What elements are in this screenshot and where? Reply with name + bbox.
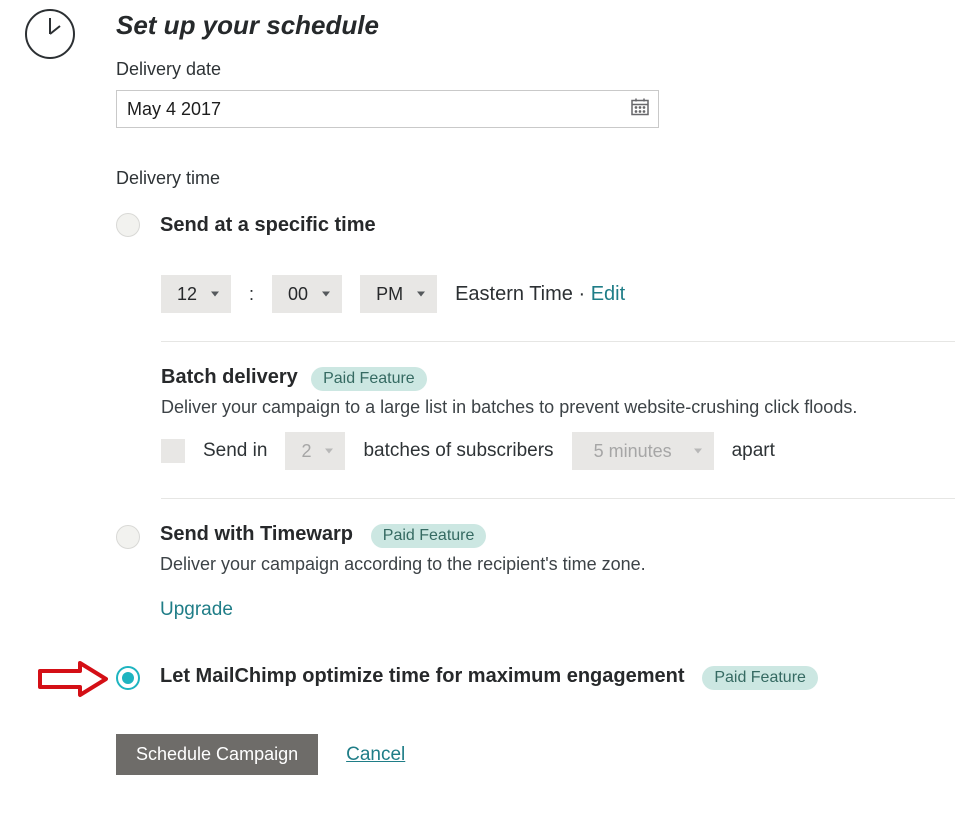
- batch-count-value: 2: [301, 441, 311, 462]
- delivery-date-label: Delivery date: [116, 59, 955, 80]
- divider: [161, 341, 955, 342]
- chevron-down-icon: [694, 449, 702, 454]
- page-title: Set up your schedule: [116, 10, 955, 41]
- batch-checkbox[interactable]: [161, 439, 185, 463]
- radio-timewarp[interactable]: [116, 525, 140, 549]
- chevron-down-icon: [417, 292, 425, 297]
- batches-label: batches of subscribers: [363, 440, 553, 462]
- annotation-arrow-icon: [34, 659, 108, 695]
- batch-desc: Deliver your campaign to a large list in…: [161, 397, 955, 418]
- delivery-date-value: May 4 2017: [127, 99, 221, 120]
- hour-value: 12: [177, 284, 197, 305]
- paid-feature-badge: Paid Feature: [371, 524, 487, 548]
- schedule-campaign-button[interactable]: Schedule Campaign: [116, 734, 318, 775]
- chevron-down-icon: [322, 292, 330, 297]
- hour-select[interactable]: 12: [161, 275, 231, 313]
- calendar-icon[interactable]: [630, 97, 650, 122]
- delivery-time-label: Delivery time: [116, 168, 955, 189]
- edit-timezone-link[interactable]: Edit: [591, 283, 625, 305]
- upgrade-link[interactable]: Upgrade: [160, 599, 233, 620]
- minute-select[interactable]: 00: [272, 275, 342, 313]
- paid-feature-badge: Paid Feature: [311, 367, 427, 391]
- time-colon: :: [249, 284, 254, 305]
- ampm-value: PM: [376, 284, 403, 305]
- radio-specific-time[interactable]: [116, 213, 140, 237]
- clock-icon: [24, 8, 76, 60]
- ampm-select[interactable]: PM: [360, 275, 437, 313]
- apart-label: apart: [732, 440, 775, 462]
- timewarp-title: Send with Timewarp: [160, 523, 353, 545]
- cancel-link[interactable]: Cancel: [346, 744, 405, 766]
- minute-value: 00: [288, 284, 308, 305]
- chevron-down-icon: [325, 449, 333, 454]
- delivery-date-input[interactable]: May 4 2017: [116, 90, 659, 128]
- batch-interval-select[interactable]: 5 minutes: [572, 432, 714, 470]
- timezone-label: Eastern Time: [455, 283, 573, 305]
- batch-count-select[interactable]: 2: [285, 432, 345, 470]
- radio-optimize[interactable]: [116, 666, 140, 690]
- send-in-label: Send in: [203, 440, 267, 462]
- chevron-down-icon: [211, 292, 219, 297]
- batch-title: Batch delivery: [161, 366, 298, 388]
- batch-interval-value: 5 minutes: [594, 441, 672, 462]
- timewarp-desc: Deliver your campaign according to the r…: [160, 554, 955, 575]
- specific-time-title: Send at a specific time: [160, 214, 376, 237]
- divider: [161, 498, 955, 499]
- paid-feature-badge: Paid Feature: [702, 666, 818, 690]
- optimize-title: Let MailChimp optimize time for maximum …: [160, 665, 685, 687]
